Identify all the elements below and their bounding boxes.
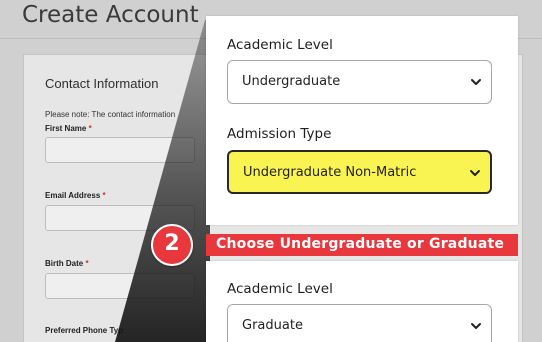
preferred-phone-type-label: Preferred Phone Typ [45,326,124,335]
academic-level-value: Undergraduate [242,74,341,89]
contact-note: Please note: The contact information [45,110,176,119]
chevron-down-icon [471,323,481,329]
first-name-label: First Name * [45,124,92,133]
step-instruction-text: Choose Undergraduate or Graduate [216,236,505,252]
callout-panel-bottom: Academic Level Graduate [206,261,518,342]
page-title: Create Account [22,2,199,28]
birth-date-label: Birth Date * [45,259,89,268]
academic-level-label: Academic Level [227,37,333,53]
academic-level-label: Academic Level [227,281,333,297]
academic-level-select[interactable]: Undergraduate [227,60,492,104]
chevron-down-icon [470,170,480,176]
step-number-badge: 2 [151,224,193,266]
step-number: 2 [164,231,180,256]
email-address-label: Email Address * [45,191,106,200]
callout-panel-top: Academic Level Undergraduate Admission T… [206,16,518,225]
admission-type-value: Undergraduate Non-Matric [243,165,417,180]
step-instruction-banner: Choose Undergraduate or Graduate [206,234,518,256]
chevron-down-icon [471,79,481,85]
admission-type-label: Admission Type [227,126,332,142]
academic-level-value: Graduate [242,318,303,333]
academic-level-select[interactable]: Graduate [227,304,492,342]
admission-type-select[interactable]: Undergraduate Non-Matric [227,150,492,194]
section-title: Contact Information [45,76,159,91]
